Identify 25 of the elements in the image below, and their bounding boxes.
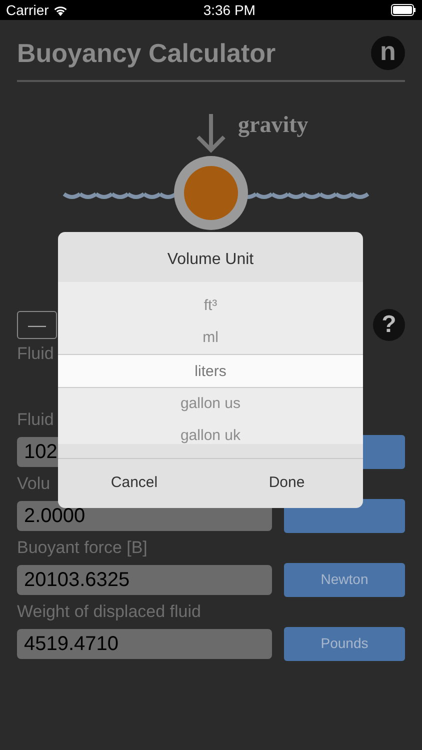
dialog-title: Volume Unit [166,250,255,270]
field-label: Weight of displaced fluid [17,602,201,622]
unit-button[interactable]: Newton [284,562,405,596]
minus-button[interactable]: — [17,311,57,339]
picker-option[interactable]: gallon us [58,388,363,420]
field-label: Volu [17,474,50,494]
input-field[interactable]: 20103.6325 [17,564,272,594]
help-button[interactable]: ? [373,309,405,341]
logo-button[interactable]: n [371,36,405,70]
picker-option[interactable]: ml [58,322,363,354]
input-field[interactable]: 4519.4710 [17,628,272,658]
field-label: Buoyant force [B] [17,538,148,558]
picker-option[interactable]: ft³ [58,290,363,322]
picker-option[interactable]: gallon uk [58,420,363,444]
carrier-label: Carrier [6,0,49,20]
unit-button[interactable]: Pounds [284,626,405,660]
app-title: Buoyancy Calculator [17,37,276,69]
battery-icon [390,4,416,16]
field-label: Fluid [17,410,54,430]
picker-option[interactable]: liters [58,354,363,388]
field-label: Fluid [17,344,54,364]
wifi-icon [52,4,68,16]
force-label: gravity [238,112,308,137]
clock: 3:36 PM [203,0,256,20]
picker-wheel[interactable]: ft³ ml liters gallon us gallon uk [58,282,363,444]
